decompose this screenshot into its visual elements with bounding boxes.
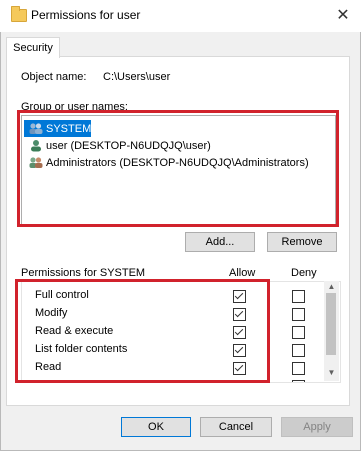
deny-checkbox[interactable] (292, 380, 305, 382)
highlight-box-permissions (15, 279, 270, 383)
remove-button[interactable]: Remove (267, 232, 337, 252)
allow-column-header: Allow (229, 267, 256, 279)
folder-icon (11, 6, 27, 22)
object-name-value: C:\Users\user (103, 71, 171, 83)
deny-column-header: Deny (291, 267, 317, 279)
add-button[interactable]: Add... (185, 232, 255, 252)
deny-checkbox[interactable] (292, 362, 305, 375)
scroll-down-icon[interactable]: ▼ (324, 368, 339, 377)
close-button[interactable]: ✕ (331, 4, 355, 26)
highlight-box-groups (17, 110, 339, 227)
scrollbar-thumb[interactable] (326, 293, 336, 355)
deny-checkbox[interactable] (292, 290, 305, 303)
window-title: Permissions for user (31, 8, 141, 22)
object-name-label: Object name: (21, 71, 87, 83)
ok-button[interactable]: OK (121, 417, 191, 437)
deny-checkbox[interactable] (292, 326, 305, 339)
tab-security[interactable]: Security (6, 37, 60, 58)
permissions-label: Permissions for SYSTEM (21, 267, 146, 279)
scroll-up-icon[interactable]: ▲ (324, 282, 339, 291)
apply-button[interactable]: Apply (281, 417, 353, 437)
deny-checkbox[interactable] (292, 308, 305, 321)
deny-checkbox[interactable] (292, 344, 305, 357)
cancel-button[interactable]: Cancel (200, 417, 272, 437)
